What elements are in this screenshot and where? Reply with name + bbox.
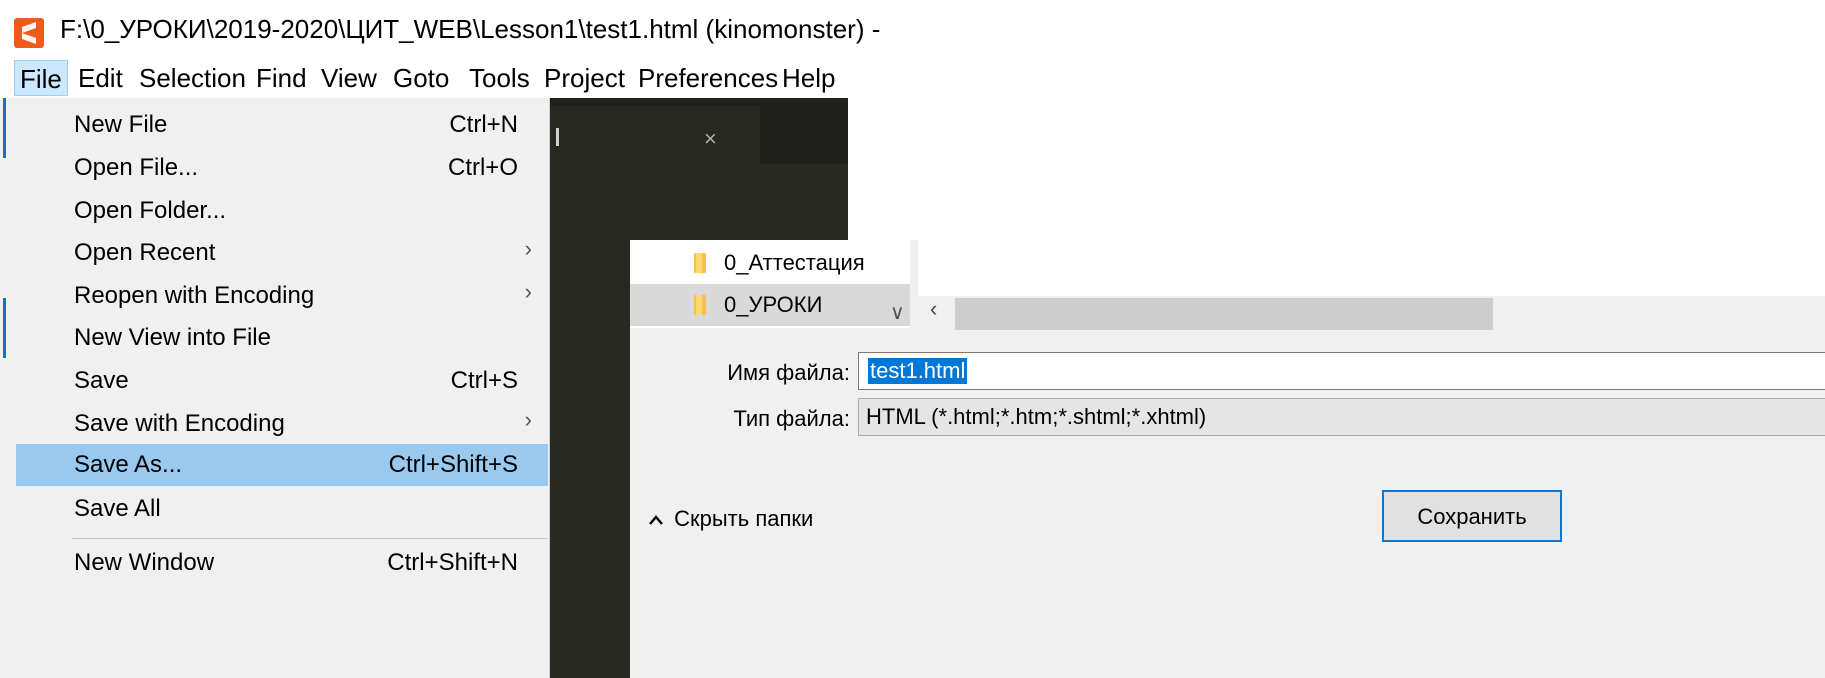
- menu-item-new-window[interactable]: New Window Ctrl+Shift+N: [16, 542, 548, 584]
- folder-icon: [694, 253, 706, 273]
- menu-item-label: Open Recent: [74, 239, 216, 266]
- menu-bar: File Edit Selection Find View Goto Tools…: [0, 60, 848, 98]
- menu-item-shortcut: Ctrl+S: [450, 367, 518, 394]
- window-title: F:\0_УРОКИ\2019-2020\ЦИТ_WEB\Lesson1\tes…: [60, 14, 881, 44]
- menu-item-open-recent[interactable]: Open Recent ›: [16, 232, 548, 274]
- edge-marker: [3, 298, 6, 358]
- menu-item-shortcut: Ctrl+Shift+N: [387, 549, 518, 576]
- menu-item-save-as[interactable]: Save As... Ctrl+Shift+S: [16, 444, 548, 486]
- menu-item-open-folder[interactable]: Open Folder...: [16, 190, 548, 232]
- menu-preferences[interactable]: Preferences: [638, 60, 778, 96]
- filename-field[interactable]: [858, 352, 1825, 390]
- menu-item-shortcut: Ctrl+O: [447, 154, 518, 181]
- save-button[interactable]: Сохранить: [1382, 490, 1562, 542]
- chevron-right-icon: ›: [524, 279, 532, 304]
- folder-tree-scrollbar[interactable]: [910, 240, 918, 296]
- menu-item-label: Reopen with Encoding: [74, 282, 315, 309]
- chevron-right-icon: ›: [524, 236, 532, 261]
- menu-item-label: Save with Encoding: [74, 410, 285, 437]
- menu-edit[interactable]: Edit: [78, 60, 123, 96]
- menu-item-label: New View into File: [74, 324, 271, 351]
- menu-item-label: Open File...: [74, 154, 199, 181]
- editor-tab[interactable]: [550, 106, 760, 164]
- folder-item-uroki[interactable]: 0_УРОКИ: [630, 284, 910, 326]
- menu-item-label: Save All: [74, 495, 161, 522]
- menu-selection[interactable]: Selection: [139, 60, 246, 96]
- folder-label: 0_Аттестация: [724, 250, 865, 275]
- menu-file[interactable]: File: [14, 60, 68, 96]
- menu-item-new-view-into-file[interactable]: New View into File: [16, 317, 548, 359]
- filename-label: Имя файла:: [727, 360, 850, 385]
- folder-label: 0_УРОКИ: [724, 292, 823, 317]
- menu-goto[interactable]: Goto: [393, 60, 449, 96]
- menu-view[interactable]: View: [321, 60, 377, 96]
- menu-item-save[interactable]: Save Ctrl+S: [16, 360, 548, 402]
- tab-title-stub: [556, 128, 559, 146]
- hide-folders-label: Скрыть папки: [674, 506, 814, 531]
- hide-folders-button[interactable]: Скрыть папки: [648, 506, 813, 532]
- sublime-text-icon: [14, 18, 44, 48]
- scrollbar-thumb[interactable]: [955, 298, 1493, 330]
- close-icon[interactable]: ×: [704, 126, 717, 152]
- filetype-label: Тип файла:: [733, 406, 850, 431]
- folder-item-attestation[interactable]: 0_Аттестация: [630, 242, 910, 284]
- filename-value[interactable]: test1.html: [868, 358, 968, 384]
- menu-item-label: New File: [74, 111, 168, 138]
- menu-find[interactable]: Find: [256, 60, 307, 96]
- menu-item-label: Save As...: [74, 451, 183, 478]
- file-menu-dropdown: New File Ctrl+N Open File... Ctrl+O Open…: [14, 98, 550, 678]
- folder-icon: [694, 295, 706, 315]
- menu-item-save-with-encoding[interactable]: Save with Encoding ›: [16, 403, 548, 445]
- menu-item-label: Open Folder...: [74, 197, 227, 224]
- filetype-value: HTML (*.html;*.htm;*.shtml;*.xhtml): [866, 404, 1207, 429]
- menu-help[interactable]: Help: [782, 60, 835, 96]
- menu-item-reopen-with-encoding[interactable]: Reopen with Encoding ›: [16, 275, 548, 317]
- folder-tree-right: [910, 240, 1825, 296]
- title-bar: F:\0_УРОКИ\2019-2020\ЦИТ_WEB\Lesson1\tes…: [0, 0, 1825, 60]
- edge-marker: [3, 98, 6, 158]
- chevron-up-icon: [648, 506, 668, 532]
- menu-separator: [72, 538, 548, 539]
- chevron-left-icon[interactable]: ‹: [930, 296, 937, 322]
- menu-item-shortcut: Ctrl+N: [449, 111, 518, 138]
- menu-item-open-file[interactable]: Open File... Ctrl+O: [16, 147, 548, 189]
- menu-project[interactable]: Project: [544, 60, 625, 96]
- chevron-right-icon: ›: [524, 407, 532, 432]
- menu-item-label: New Window: [74, 549, 215, 576]
- menu-item-save-all[interactable]: Save All: [16, 488, 548, 530]
- menu-item-shortcut: Ctrl+Shift+S: [388, 451, 518, 478]
- menu-tools[interactable]: Tools: [469, 60, 530, 96]
- menu-item-new-file[interactable]: New File Ctrl+N: [16, 104, 548, 146]
- chevron-down-icon[interactable]: ∨: [890, 300, 905, 325]
- menu-item-label: Save: [74, 367, 129, 394]
- left-edge-strip: [0, 98, 14, 678]
